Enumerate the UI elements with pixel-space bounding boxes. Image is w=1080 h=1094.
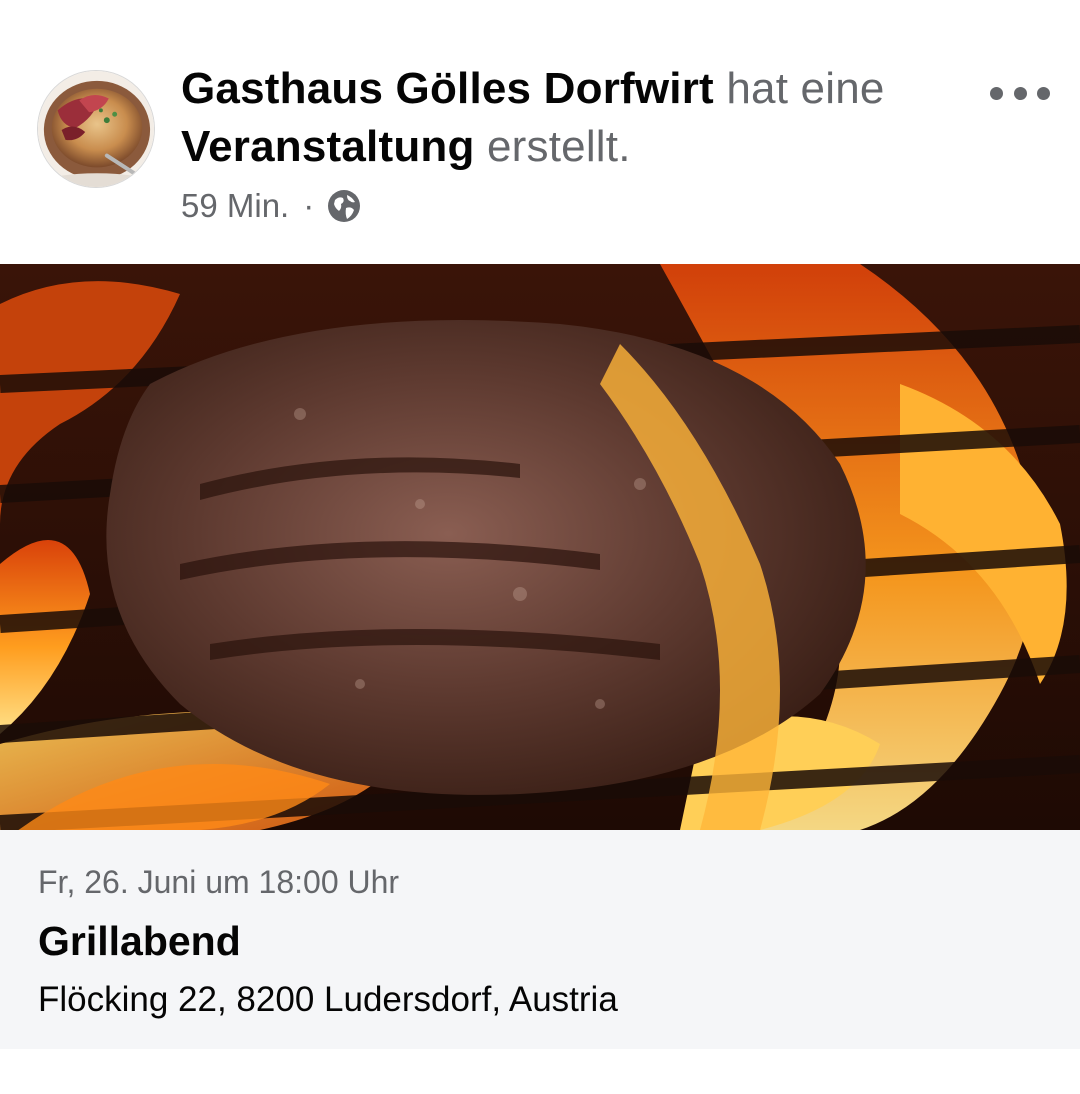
- meta-separator: ·: [303, 187, 315, 224]
- steak-on-grill-photo: [0, 264, 1080, 830]
- post-header: Gasthaus Gölles Dorfwirt hat eine Verans…: [0, 0, 1080, 264]
- post-timestamp[interactable]: 59 Min.: [181, 184, 289, 228]
- event-date: Fr, 26. Juni um 18:00 Uhr: [38, 864, 400, 900]
- action-text: hat eine: [726, 64, 885, 113]
- page-name-link[interactable]: Gasthaus Gölles Dorfwirt: [181, 64, 714, 113]
- action-suffix-text: erstellt.: [487, 122, 631, 171]
- event-location[interactable]: Flöcking 22, 8200 Ludersdorf, Austria: [38, 976, 618, 1024]
- more-options-icon-dot: [1013, 86, 1027, 100]
- more-options-icon-dot: [1037, 86, 1050, 100]
- avatar-food-image: [38, 71, 154, 187]
- post-headline: Gasthaus Gölles Dorfwirt hat eine Verans…: [181, 60, 941, 176]
- event-cover-photo[interactable]: [0, 264, 1080, 830]
- page-avatar[interactable]: [37, 70, 155, 188]
- event-title[interactable]: Grillabend: [38, 914, 241, 968]
- globe-icon[interactable]: [326, 188, 362, 224]
- event-object-link[interactable]: Veranstaltung: [181, 122, 475, 171]
- more-options-icon: [990, 86, 1003, 100]
- post-meta: 59 Min. ·: [181, 184, 362, 228]
- more-options-button[interactable]: [990, 78, 1050, 108]
